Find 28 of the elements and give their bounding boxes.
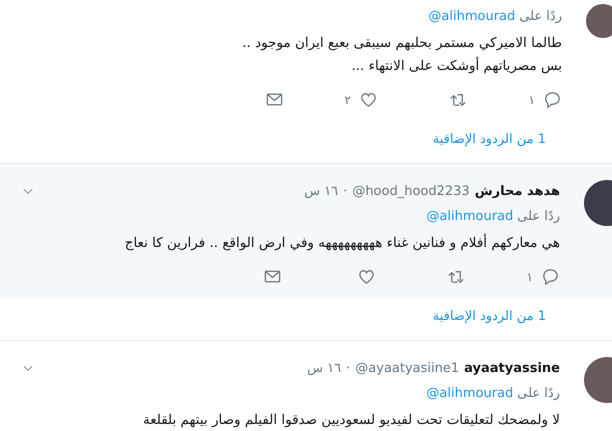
action-count: ٢ [344, 92, 351, 106]
mention-link[interactable]: @alihmourad [426, 208, 514, 224]
user-name[interactable]: ayaatyassine [464, 360, 560, 376]
tweet-time[interactable]: ١٦ س [304, 184, 338, 198]
mention-link[interactable]: @alihmourad [428, 8, 516, 24]
user-handle: @ayaatyasiine1 [355, 360, 460, 376]
separator-dot: · [343, 184, 348, 198]
reply-to-label: ردًا على [517, 386, 560, 400]
user-name[interactable]: هدهد محارش [474, 184, 560, 198]
reply-to-label: ردًا على [517, 208, 560, 224]
separator-dot: · [346, 360, 350, 376]
more-replies-link[interactable]: 1 من الردود الإضافية [432, 132, 546, 147]
reply-to-label: ردًا على [519, 8, 562, 24]
avatar [586, 4, 612, 38]
user-handle: @hood_hood2233 [352, 184, 470, 198]
comment-icon[interactable] [541, 267, 560, 286]
heart-icon[interactable] [359, 90, 378, 109]
comment-icon[interactable] [543, 90, 562, 109]
heart-icon[interactable] [357, 267, 376, 286]
tweet-text: طالما الاميركي مستمر بحلبهم سيبقى بعبع ايران موجود .. [241, 34, 562, 53]
tweet-text: لا ولمضحك لتعليقات تحت لفيديو لسعوديين صدقوا الفيلم وصار بيتهم بلقلعة [142, 411, 560, 430]
action-count: ١ [526, 270, 533, 284]
more-replies-link[interactable]: 1 من الردود الإضافية [432, 309, 546, 324]
action-count: ١ [528, 92, 535, 106]
tweet-time[interactable]: ١٦ س [307, 360, 342, 376]
tweet-text: بس مصرياتهم أوشكت على الانتهاء ... [350, 56, 562, 76]
mention-link[interactable]: @alihmourad [426, 386, 514, 400]
tweet-text: هي معاركهم أفلام و فنانين غناء هههههههههه وفي ارض الواقع .. فرارين كا نعاج [124, 232, 560, 253]
